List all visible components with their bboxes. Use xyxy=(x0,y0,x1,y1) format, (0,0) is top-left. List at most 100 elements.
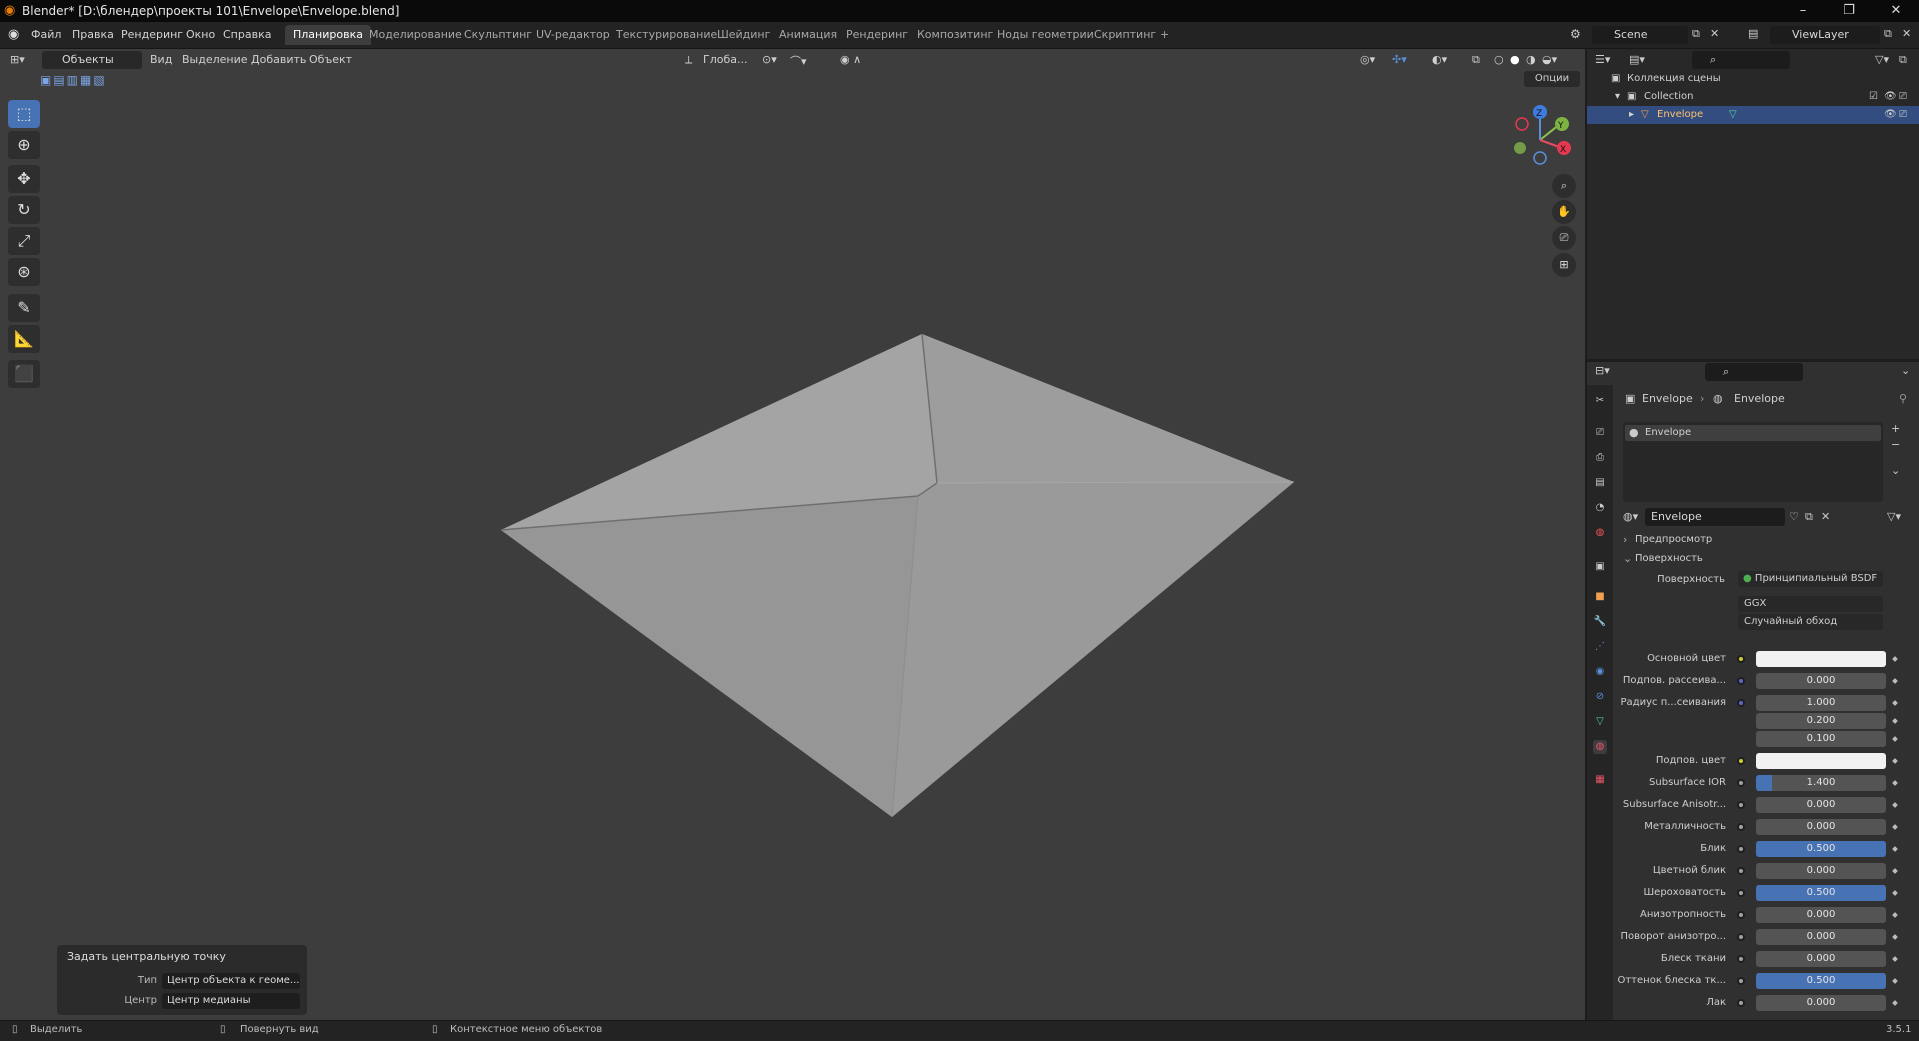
outliner-search-input[interactable]: ⌕ xyxy=(1692,51,1790,69)
tab-compositing[interactable]: Композитинг xyxy=(909,25,1001,45)
new-view-layer-icon[interactable]: ⧉ xyxy=(1884,27,1892,41)
tab-layout[interactable]: Планировка xyxy=(285,25,371,45)
shading-rendered-icon[interactable]: ◒▾ xyxy=(1542,53,1557,66)
delete-view-layer-icon[interactable]: ✕ xyxy=(1902,27,1911,40)
pin-icon[interactable]: ⚲ xyxy=(1899,392,1907,405)
duplicate-material-icon[interactable]: ⧉ xyxy=(1805,510,1813,524)
socket-icon[interactable] xyxy=(1737,977,1745,985)
pivot-point-icon[interactable]: ⊙▾ xyxy=(762,53,777,66)
tab-geometry-nodes[interactable]: Ноды геометрии xyxy=(989,25,1102,45)
navigation-gizmo[interactable]: Z Y X xyxy=(1500,100,1580,180)
select-box-tool[interactable]: ⬚ xyxy=(8,100,40,128)
expand-arrow-icon[interactable]: ▸ xyxy=(1629,106,1634,124)
socket-icon[interactable] xyxy=(1737,779,1745,787)
slot-menu-icon[interactable]: ⌄ xyxy=(1891,464,1900,477)
shading-solid-icon[interactable]: ● xyxy=(1510,53,1520,66)
material-browse-icon[interactable]: ◍▾ xyxy=(1623,510,1638,523)
outliner-editor-icon[interactable]: ☰▾ xyxy=(1595,53,1610,66)
scene-selector[interactable]: Scene xyxy=(1592,26,1688,44)
property-value-field[interactable]: 0.000 xyxy=(1756,951,1886,967)
socket-icon[interactable] xyxy=(1737,699,1745,707)
constraints-tab-icon[interactable]: ⊘ xyxy=(1593,690,1607,704)
fake-user-icon[interactable]: ♡ xyxy=(1789,510,1799,523)
redo-panel-title[interactable]: Задать центральную точку xyxy=(67,950,226,963)
camera-render-icon[interactable]: ⎚ xyxy=(1899,88,1907,106)
property-value-field[interactable]: 0.000 xyxy=(1756,995,1886,1011)
menu-object[interactable]: Объект xyxy=(309,53,352,66)
proportional-edit-icon[interactable]: ◉ ∧ xyxy=(840,53,861,66)
filter-icon[interactable]: ▽▾ xyxy=(1875,53,1889,66)
property-value-field[interactable]: 0.000 xyxy=(1756,797,1886,813)
checkbox-icon[interactable]: ☑ xyxy=(1869,88,1878,106)
eye-icon[interactable]: 👁 xyxy=(1884,88,1897,106)
pan-hand-icon[interactable]: ✋ xyxy=(1552,200,1576,224)
properties-search-input[interactable]: ⌕ xyxy=(1705,363,1803,381)
socket-icon[interactable] xyxy=(1737,933,1745,941)
transform-orientation-dropdown[interactable]: Глоба... xyxy=(703,53,747,66)
visibility-icon[interactable]: ◎▾ xyxy=(1360,53,1375,66)
properties-editor-icon[interactable]: ⊟▾ xyxy=(1595,364,1610,377)
socket-icon[interactable] xyxy=(1737,823,1745,831)
scale-tool[interactable]: ⤢ xyxy=(8,227,40,255)
display-mode-icon[interactable]: ▤▾ xyxy=(1629,53,1645,66)
tab-uv-editing[interactable]: UV-редактор xyxy=(528,25,618,45)
material-name-field[interactable]: Envelope xyxy=(1645,508,1785,526)
view-layer-selector[interactable]: ViewLayer xyxy=(1770,26,1880,44)
outliner-row-envelope[interactable]: ▸ ▽ Envelope ▽ 👁 ⎚ xyxy=(1587,106,1919,124)
property-value-field[interactable]: 1.000 xyxy=(1756,695,1886,711)
measure-tool[interactable]: 📐 xyxy=(8,325,40,353)
distribution-dropdown[interactable]: GGX xyxy=(1738,596,1883,612)
delete-scene-icon[interactable]: ✕ xyxy=(1710,27,1719,40)
physics-tab-icon[interactable]: ◉ xyxy=(1593,665,1607,679)
minimize-button[interactable]: – xyxy=(1780,0,1826,22)
shading-material-icon[interactable]: ◑ xyxy=(1526,53,1536,66)
new-scene-icon[interactable]: ⧉ xyxy=(1692,27,1700,41)
close-button[interactable]: ✕ xyxy=(1873,0,1919,22)
material-tab-icon[interactable]: ◍ xyxy=(1593,740,1607,754)
camera-render-icon[interactable]: ⎚ xyxy=(1899,106,1907,124)
render-tab-icon[interactable]: ⎚ xyxy=(1593,426,1607,440)
blender-menu-icon[interactable]: ◉ xyxy=(8,27,19,42)
tab-texture-paint[interactable]: Текстурирование xyxy=(608,25,725,45)
cursor-tool[interactable]: ⊕ xyxy=(8,131,40,159)
property-value-field[interactable]: 0.100 xyxy=(1756,731,1886,747)
mesh-data-icon[interactable]: ▽ xyxy=(1729,106,1737,124)
expand-arrow-icon[interactable]: ▾ xyxy=(1615,88,1620,106)
surface-panel-header[interactable]: Поверхность xyxy=(1635,553,1703,564)
redo-center-dropdown[interactable]: Центр медианы xyxy=(162,993,300,1009)
annotate-tool[interactable]: ✎ xyxy=(8,294,40,322)
select-mode-icons[interactable]: ▣▤▥▦▧ xyxy=(40,73,107,87)
move-tool[interactable]: ✥ xyxy=(8,165,40,193)
collection-tab-icon[interactable]: ▣ xyxy=(1593,560,1607,574)
tool-tab-icon[interactable]: ✂ xyxy=(1593,394,1607,408)
property-value-field[interactable] xyxy=(1756,651,1886,667)
overlay-icon[interactable]: ◐▾ xyxy=(1432,53,1447,66)
xray-icon[interactable]: ⧉ xyxy=(1472,53,1480,67)
subsurface-method-dropdown[interactable]: Случайный обход xyxy=(1738,614,1883,630)
menu-add[interactable]: Добавить xyxy=(251,53,306,66)
new-collection-icon[interactable]: ⧉ xyxy=(1899,53,1907,67)
maximize-button[interactable]: ❐ xyxy=(1826,0,1872,22)
menu-select[interactable]: Выделение xyxy=(182,53,248,66)
properties-options-icon[interactable]: ⌄ xyxy=(1901,364,1910,377)
socket-icon[interactable] xyxy=(1737,655,1745,663)
property-value-field[interactable]: 0.000 xyxy=(1756,907,1886,923)
socket-icon[interactable] xyxy=(1737,801,1745,809)
tab-rendering[interactable]: Рендеринг xyxy=(838,25,916,45)
property-value-field[interactable]: 0.000 xyxy=(1756,929,1886,945)
socket-icon[interactable] xyxy=(1737,889,1745,897)
link-mode-icon[interactable]: ▽▾ xyxy=(1887,510,1901,523)
socket-icon[interactable] xyxy=(1737,757,1745,765)
surface-shader-selector[interactable]: ● Принципиальный BSDF xyxy=(1738,571,1883,587)
socket-icon[interactable] xyxy=(1737,955,1745,963)
unlink-material-icon[interactable]: ✕ xyxy=(1821,510,1830,523)
property-value-field[interactable]: 0.000 xyxy=(1756,673,1886,689)
property-value-field[interactable]: 0.500 xyxy=(1756,885,1886,901)
property-value-field[interactable]: 1.400 xyxy=(1756,775,1886,791)
object-tab-icon[interactable]: ■ xyxy=(1593,590,1607,604)
modifiers-tab-icon[interactable]: 🔧 xyxy=(1593,615,1607,629)
shading-wireframe-icon[interactable]: ○ xyxy=(1494,53,1504,66)
view-layer-tab-icon[interactable]: ▤ xyxy=(1593,476,1607,490)
socket-icon[interactable] xyxy=(1737,845,1745,853)
socket-icon[interactable] xyxy=(1737,999,1745,1007)
